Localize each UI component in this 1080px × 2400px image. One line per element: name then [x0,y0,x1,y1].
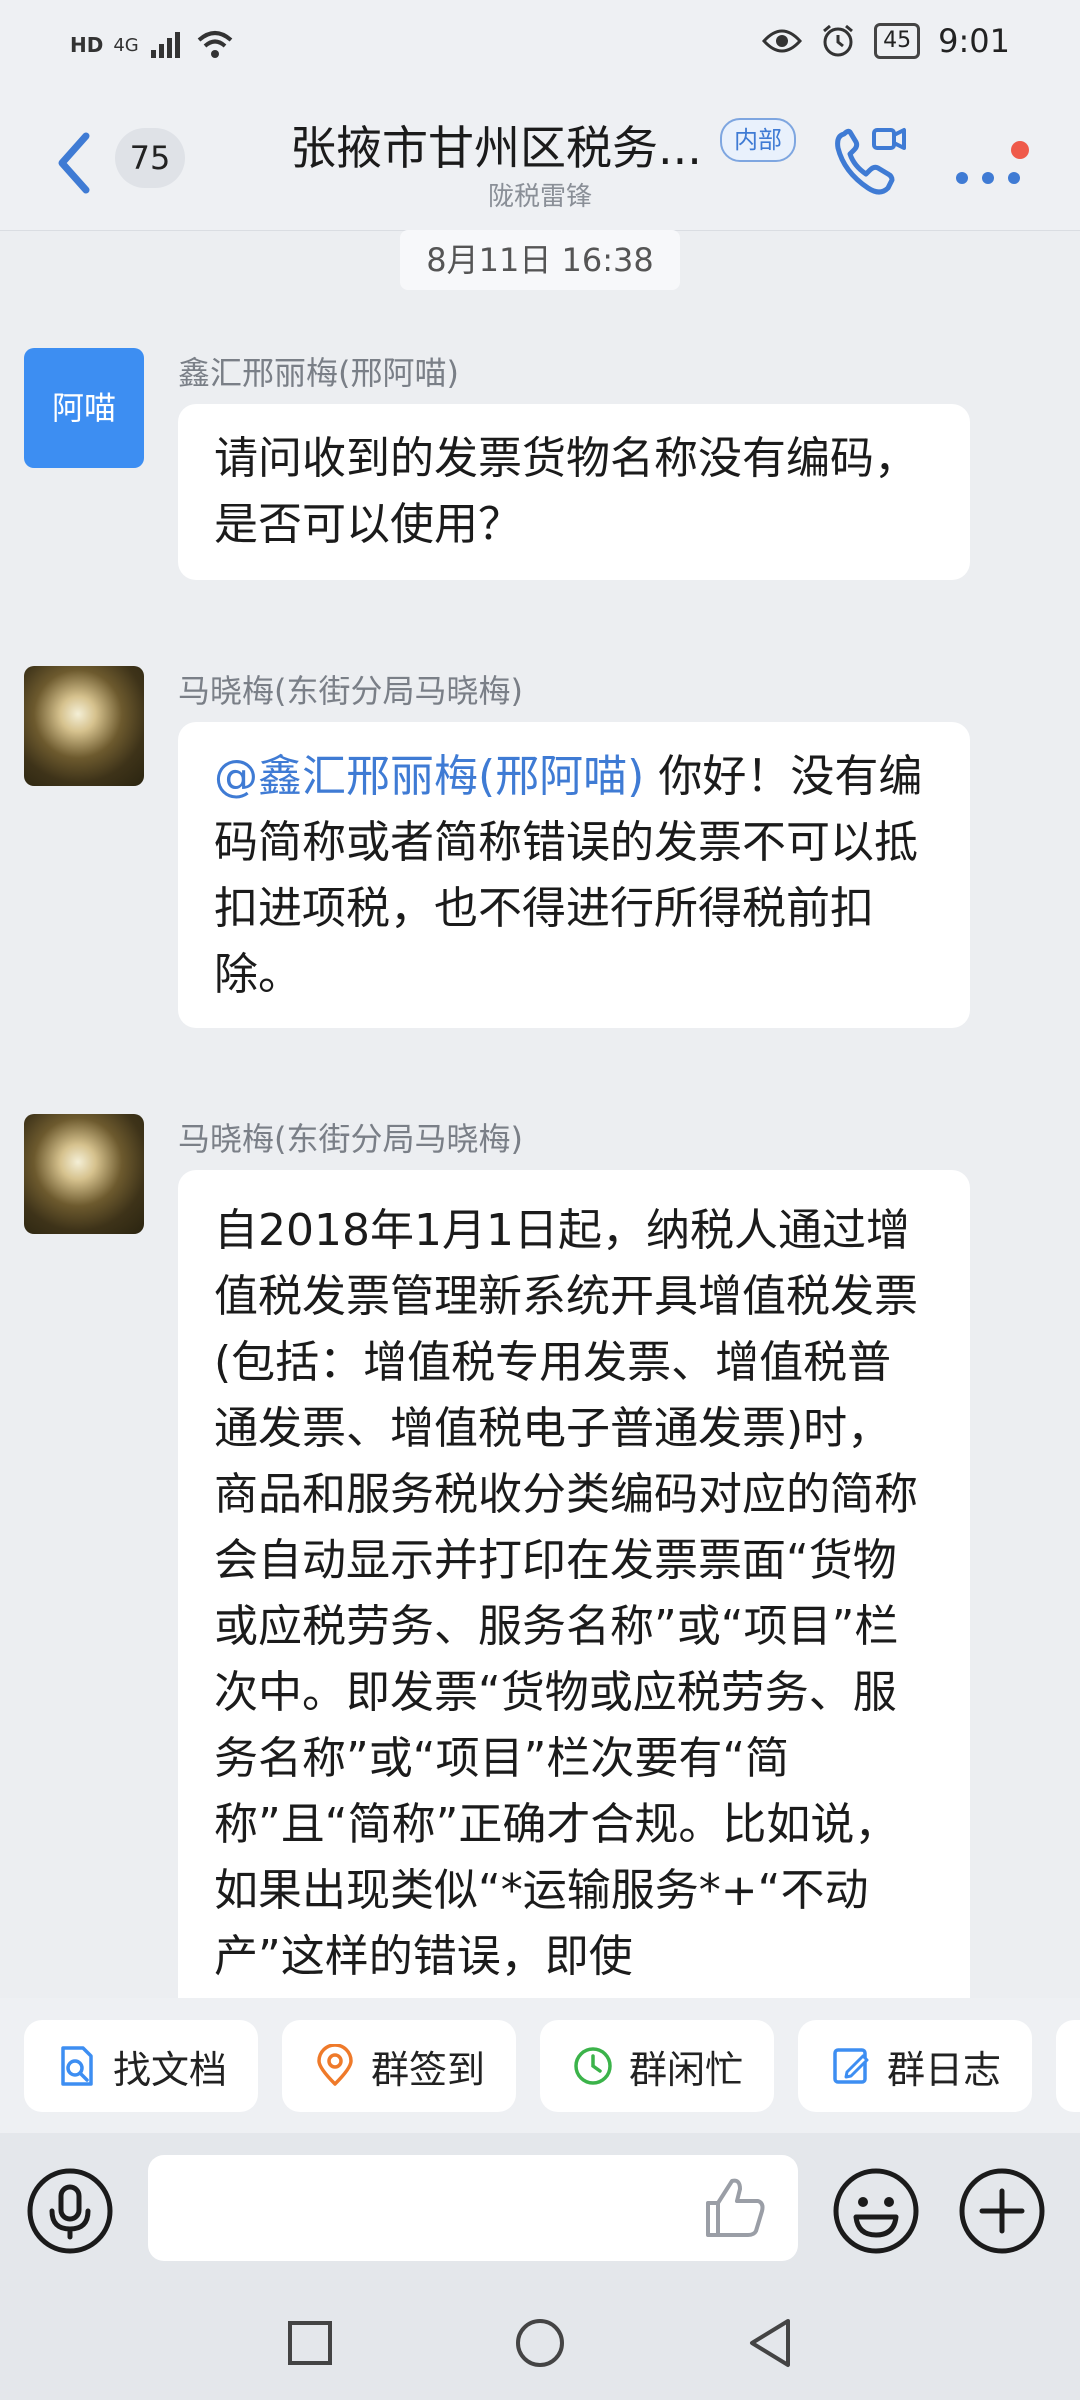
plus-icon[interactable] [958,2167,1046,2255]
wifi-icon [197,31,233,58]
system-navigation-bar [0,2283,1080,2400]
find-docs-button[interactable]: 找文档 [24,2020,258,2112]
chat-title[interactable]: 张掖市甘州区税务... [290,112,702,178]
avatar[interactable] [24,1114,144,1234]
message-timestamp: 8月11日 16:38 [400,230,680,290]
message-text: 自2018年1月1日起，纳税人通过增值税发票管理新系统开具增值税发票(包括：增值… [214,1205,918,1982]
back-icon[interactable] [740,2313,800,2373]
more-options-icon[interactable] [950,140,1040,200]
message-text: 请问收到的发票货物名称没有编码，是否可以使用？ [214,433,918,550]
message-bubble[interactable]: @鑫汇邢丽梅(邢阿喵) 你好！没有编码简称或者简称错误的发票不可以抵扣进项税，也… [178,722,970,1028]
doc-search-icon [61,2046,93,2086]
group-checkin-label: 群签到 [370,2047,485,2092]
group-log-label: 群日志 [886,2047,1001,2092]
status-bar: HD 4G 45 9:01 [0,0,1080,100]
message-bubble[interactable]: 自2018年1月1日起，纳税人通过增值税发票管理新系统开具增值税发票(包括：增值… [178,1170,970,2010]
group-checkin-button[interactable]: 群签到 [282,2020,516,2112]
edit-note-icon [833,2048,869,2084]
eye-icon [762,29,803,53]
thumbs-up-icon[interactable] [700,2173,770,2243]
microphone-icon[interactable] [26,2167,114,2255]
clock-icon [574,2047,612,2085]
location-pin-icon [317,2044,353,2086]
signal-icon [150,32,180,58]
signal-type: 4G [113,34,139,56]
internal-tag: 内部 [720,118,796,162]
message-input-bar [0,2133,1080,2283]
chat-header: 75 张掖市甘州区税务... 内部 陇税雷锋 [0,100,1080,231]
more-actions-button[interactable] [1056,2020,1080,2112]
group-availability-button[interactable]: 群闲忙 [540,2020,774,2112]
mention-link[interactable]: @鑫汇邢丽梅(邢阿喵) [214,751,644,802]
sender-name: 鑫汇邢丽梅(邢阿喵) [178,354,459,392]
find-docs-label: 找文档 [112,2047,227,2092]
group-log-button[interactable]: 群日志 [798,2020,1032,2112]
chat-subtitle: 陇税雷锋 [487,182,592,212]
network-type: HD [70,33,104,57]
clock-time: 9:01 [938,22,1010,60]
avatar[interactable]: 阿喵 [24,348,144,468]
quick-actions-bar: 找文档 群签到 群闲忙 群日志 [0,1998,1080,2133]
avatar[interactable] [24,666,144,786]
message-bubble[interactable]: 请问收到的发票货物名称没有编码，是否可以使用？ [178,404,970,580]
battery-level: 45 [874,23,921,59]
group-availability-label: 群闲忙 [628,2047,743,2092]
notification-dot [1011,141,1029,159]
sender-name: 马晓梅(东街分局马晓梅) [178,672,523,710]
recent-apps-icon[interactable] [280,2313,340,2373]
home-icon[interactable] [510,2313,570,2373]
alarm-icon [823,24,854,57]
sender-name: 马晓梅(东街分局马晓梅) [178,1120,523,1158]
emoji-icon[interactable] [832,2167,920,2255]
video-call-icon[interactable] [830,122,910,202]
